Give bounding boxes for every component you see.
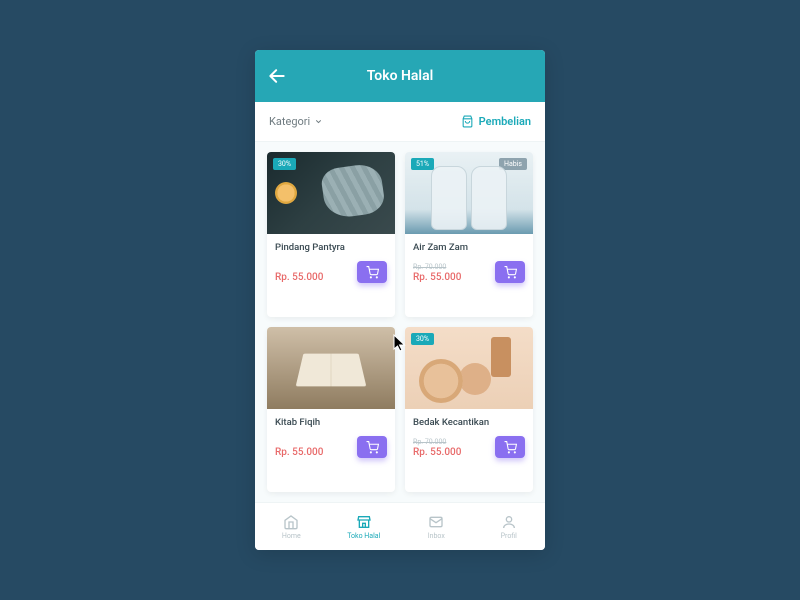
product-old-price: Rp. 70.000 [413,263,461,271]
product-card[interactable]: 30% Pindang Pantyra Rp. 55.000 [267,152,395,317]
tab-label: Profil [501,532,517,540]
product-price: Rp. 55.000 [275,447,323,458]
product-card[interactable]: Kitab Fiqih Rp. 55.000 [267,327,395,492]
product-price: Rp. 55.000 [413,272,461,283]
shopping-bag-icon [461,115,474,128]
tab-label: Toko Halal [347,532,380,540]
add-to-cart-button[interactable] [495,436,525,458]
back-button[interactable] [255,54,299,98]
product-card[interactable]: 51% Habis Air Zam Zam Rp. 70.000 Rp. 55.… [405,152,533,317]
arrow-left-icon [267,66,287,86]
tab-label: Home [282,532,301,540]
home-icon [283,514,299,530]
soldout-badge: Habis [499,158,527,170]
tab-inbox[interactable]: Inbox [400,503,473,550]
discount-badge: 30% [273,158,296,170]
product-image: 30% [267,152,395,234]
tab-label: Inbox [428,532,445,540]
add-to-cart-button[interactable] [495,261,525,283]
pembelian-button[interactable]: Pembelian [461,115,531,128]
tab-profil[interactable]: Profil [473,503,546,550]
user-icon [501,514,517,530]
product-card[interactable]: 30% Bedak Kecantikan Rp. 70.000 Rp. 55.0… [405,327,533,492]
cart-icon [504,441,517,454]
product-name: Bedak Kecantikan [413,417,525,428]
chevron-down-icon [314,117,323,126]
product-price: Rp. 55.000 [413,447,461,458]
product-image: 30% [405,327,533,409]
bottom-nav: Home Toko Halal Inbox Profil [255,502,545,550]
app-frame: Toko Halal Kategori Pembelian 30% Pindan… [255,50,545,550]
add-to-cart-button[interactable] [357,436,387,458]
product-name: Pindang Pantyra [275,242,387,253]
product-name: Air Zam Zam [413,242,525,253]
filter-bar: Kategori Pembelian [255,102,545,142]
product-grid: 30% Pindang Pantyra Rp. 55.000 51% Habis [255,142,545,502]
product-image: 51% Habis [405,152,533,234]
pembelian-label: Pembelian [479,115,531,128]
product-image [267,327,395,409]
top-bar: Toko Halal [255,50,545,102]
tab-toko-halal[interactable]: Toko Halal [328,503,401,550]
cart-icon [366,441,379,454]
kategori-dropdown[interactable]: Kategori [269,115,323,128]
tab-home[interactable]: Home [255,503,328,550]
product-name: Kitab Fiqih [275,417,387,428]
add-to-cart-button[interactable] [357,261,387,283]
kategori-label: Kategori [269,115,310,128]
store-icon [356,514,372,530]
cart-icon [504,266,517,279]
discount-badge: 51% [411,158,434,170]
product-old-price: Rp. 70.000 [413,438,461,446]
product-price: Rp. 55.000 [275,272,323,283]
mail-icon [428,514,444,530]
discount-badge: 30% [411,333,434,345]
cart-icon [366,266,379,279]
